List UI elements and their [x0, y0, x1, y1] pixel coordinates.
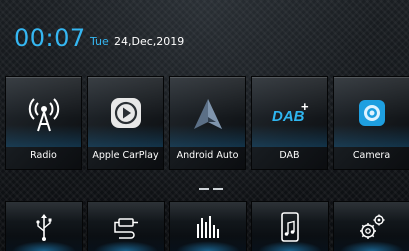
dock-button-equalizer[interactable] — [170, 202, 246, 251]
app-tile-radio[interactable]: Radio — [6, 77, 81, 169]
dab-plus-text: + — [301, 99, 309, 114]
page-dot-1 — [199, 188, 209, 190]
settings-gears-icon — [360, 214, 385, 239]
page-indicator — [199, 188, 227, 190]
app-tile-dab[interactable]: DAB + DAB — [252, 77, 327, 169]
android-auto-icon — [193, 99, 222, 129]
camera-icon — [358, 100, 385, 126]
app-label-camera: Camera — [352, 150, 391, 161]
app-grid: Radio Apple CarPlay Android Auto DAB + D… — [0, 77, 409, 169]
app-label-dab: DAB — [279, 150, 300, 161]
aux-cable-icon — [114, 218, 138, 239]
page-dot-2 — [213, 188, 223, 190]
home-screen: 00:07 Tue 24,Dec,2019 Radio Apple CarPla… — [0, 0, 409, 251]
date-label: 24,Dec,2019 — [114, 35, 185, 48]
app-label-radio: Radio — [30, 150, 57, 161]
equalizer-icon — [197, 216, 219, 238]
dock-button-aux[interactable] — [88, 202, 164, 251]
weekday-label: Tue — [90, 35, 109, 48]
app-label-carplay: Apple CarPlay — [92, 150, 159, 161]
dab-logo-text: DAB — [272, 108, 305, 125]
dock-button-usb[interactable] — [6, 202, 82, 251]
app-tile-camera[interactable]: Camera — [334, 77, 409, 169]
carplay-icon — [110, 98, 141, 128]
clock-time: 00:07 — [14, 24, 86, 52]
phone-music-icon — [281, 212, 299, 242]
dock-button-phone-music[interactable] — [252, 202, 328, 251]
bottom-dock — [0, 202, 409, 251]
app-tile-android-auto[interactable]: Android Auto — [170, 77, 245, 169]
usb-icon — [36, 214, 52, 241]
dock-button-settings[interactable] — [334, 202, 409, 251]
dab-plus-icon: DAB + — [272, 99, 309, 125]
radio-antenna-icon — [28, 98, 59, 132]
app-label-android-auto: Android Auto — [176, 150, 239, 161]
app-tile-carplay[interactable]: Apple CarPlay — [88, 77, 163, 169]
